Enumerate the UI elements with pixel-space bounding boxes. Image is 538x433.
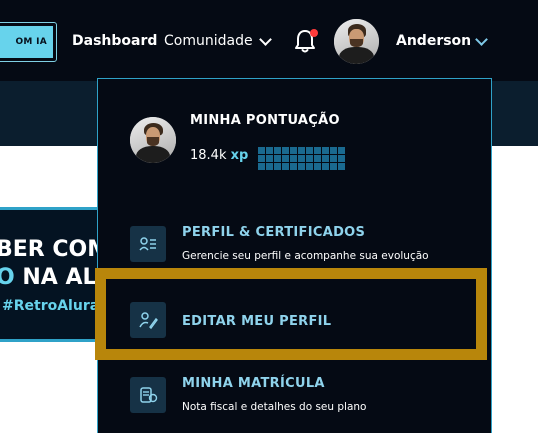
banner-line-2-text: NA ALU xyxy=(22,265,98,290)
enrollment-icon[interactable] xyxy=(130,377,166,413)
banner-line-1: BER COM xyxy=(0,237,98,262)
menu-item-enrollment[interactable]: MINHA MATRÍCULA xyxy=(182,376,325,391)
avatar xyxy=(130,117,176,163)
banner-line-2: O NA ALU xyxy=(0,265,98,290)
xp-number: 18.4k xyxy=(190,148,227,163)
cta-button[interactable]: OM IA xyxy=(0,22,57,62)
user-name[interactable]: Anderson xyxy=(396,33,471,49)
xp-unit: xp xyxy=(230,148,249,163)
xp-progress-grid xyxy=(258,147,346,171)
score-title: MINHA PONTUAÇÃO xyxy=(190,113,340,128)
promo-banner: BER COM O NA ALU #RetroAlura xyxy=(0,207,98,342)
notification-dot xyxy=(310,29,318,37)
profile-card-icon[interactable] xyxy=(130,226,166,262)
nav-community-link[interactable]: Comunidade xyxy=(164,33,253,49)
menu-item-profile-description: Gerencie seu perfil e acompanhe sua evol… xyxy=(182,250,429,262)
avatar[interactable] xyxy=(334,19,379,64)
banner-accent-letter: O xyxy=(0,265,15,290)
banner-hashtag: #RetroAlura xyxy=(2,298,98,314)
cta-button-label: OM IA xyxy=(0,26,53,58)
nav-dashboard-link[interactable]: Dashboard xyxy=(72,33,157,49)
menu-item-enrollment-description: Nota fiscal e detalhes do seu plano xyxy=(182,401,367,413)
highlight-box xyxy=(95,268,487,360)
xp-score: 18.4k xp xyxy=(190,148,248,163)
menu-item-profile-certificates[interactable]: PERFIL & CERTIFICADOS xyxy=(182,225,365,240)
